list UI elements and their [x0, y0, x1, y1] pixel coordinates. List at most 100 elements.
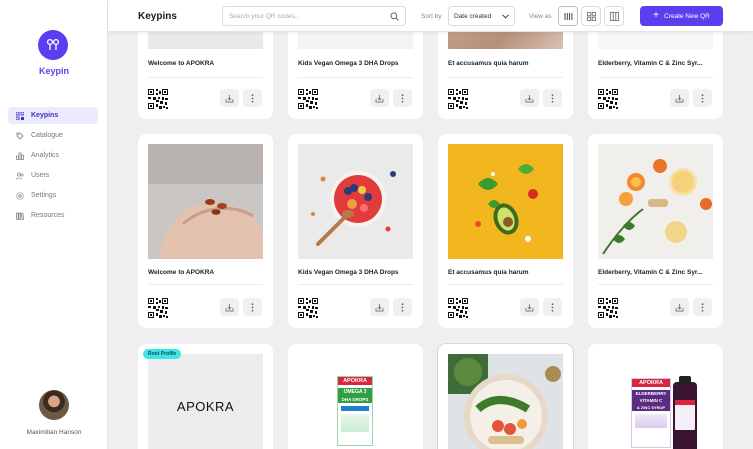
download-icon [375, 303, 384, 311]
card-title: Et accusamus quia harum [448, 60, 529, 67]
card-divider [448, 284, 563, 285]
card-title: Elderberry, Vitamin C & Zinc Syr... [598, 60, 703, 67]
product-brand: APOKRA [632, 379, 670, 387]
sidebar-item-label: Resources [31, 212, 65, 219]
download-icon [375, 94, 384, 102]
search-input[interactable]: Search your QR codes... [222, 6, 406, 26]
card-title: Kids Vegan Omega 3 DHA Drops [298, 269, 399, 276]
create-qr-button[interactable]: + Create New QR [640, 6, 723, 26]
sidebar-item-catalogue[interactable]: Catalogue [8, 127, 98, 144]
sort-select[interactable]: Date created [448, 6, 515, 26]
view-grid-button[interactable] [581, 6, 601, 26]
sidebar-nav: Keypins Catalogue Analytics Users Settin… [8, 107, 98, 227]
qr-code-icon[interactable] [598, 89, 618, 109]
keypin-card[interactable] [438, 344, 573, 449]
bar-chart-icon [16, 152, 24, 160]
tag-icon [16, 132, 24, 140]
product-bottle [673, 376, 697, 449]
sidebar-item-users[interactable]: Users [8, 167, 98, 184]
download-button[interactable] [370, 298, 389, 316]
top-bar: Keypins Search your QR codes... Sort by … [108, 0, 753, 32]
card-title: Elderberry, Vitamin C & Zinc Syr... [598, 269, 703, 276]
download-button[interactable] [220, 298, 239, 316]
download-button[interactable] [370, 89, 389, 107]
qr-code-icon[interactable] [448, 89, 468, 109]
sort-value: Date created [454, 13, 492, 20]
card-divider [148, 77, 263, 78]
view-label: View as [529, 13, 552, 20]
download-icon [675, 303, 684, 311]
view-list-button[interactable] [604, 6, 624, 26]
sidebar-item-label: Catalogue [31, 132, 63, 139]
card-divider [598, 284, 713, 285]
user-profile[interactable]: Maximilian Hanson [0, 390, 108, 436]
download-icon [675, 94, 684, 102]
grid-view-icon [586, 11, 596, 21]
qr-code-icon[interactable] [148, 89, 168, 109]
card-thumbnail: APOKRA OMEGA 3 DHA DROPS [298, 354, 413, 449]
qr-code-icon[interactable] [298, 298, 318, 318]
keypin-card[interactable]: Welcome to APOKRA [138, 134, 273, 328]
keypin-card[interactable]: Et accusamus quia harum [438, 134, 573, 328]
sidebar: Keypin Keypins Catalogue Analytics Users… [0, 0, 108, 449]
qr-code-icon[interactable] [448, 298, 468, 318]
sidebar-item-label: Settings [31, 192, 57, 199]
qr-grid-icon [16, 111, 24, 120]
download-button[interactable] [670, 89, 689, 107]
apokra-logo: APOKRA [176, 399, 235, 414]
more-options-button[interactable] [243, 298, 262, 316]
app-root: Keypin Keypins Catalogue Analytics Users… [0, 0, 753, 449]
card-thumbnail [148, 144, 263, 259]
sidebar-item-settings[interactable]: Settings [8, 187, 98, 204]
root-profile-badge: Root Profile [143, 349, 182, 359]
product-line-2: VITAMIN C [632, 397, 670, 404]
view-columns-button[interactable] [558, 6, 578, 26]
sidebar-item-resources[interactable]: Resources [8, 207, 98, 224]
sidebar-item-keypins[interactable]: Keypins [8, 107, 98, 124]
card-divider [298, 284, 413, 285]
card-divider [598, 77, 713, 78]
sidebar-item-label: Keypins [31, 112, 59, 119]
download-button[interactable] [520, 298, 539, 316]
download-icon [225, 94, 234, 102]
more-vertical-icon [701, 93, 704, 103]
users-icon [16, 172, 24, 180]
chevron-down-icon [502, 14, 509, 19]
product-line-3: & ZINC SYRUP [632, 404, 670, 411]
search-placeholder: Search your QR codes... [229, 13, 301, 20]
list-view-icon [609, 11, 619, 21]
more-options-button[interactable] [393, 298, 412, 316]
download-icon [225, 303, 234, 311]
download-icon [525, 94, 534, 102]
sidebar-item-label: Analytics [31, 152, 60, 159]
card-thumbnail: APOKRA ELDERBERRY VITAMIN C & ZINC SYRUP [598, 354, 713, 449]
product-line-1: OMEGA 3 [338, 388, 372, 396]
card-title: Et accusamus quia harum [448, 269, 529, 276]
more-options-button[interactable] [693, 89, 712, 107]
more-options-button[interactable] [543, 89, 562, 107]
keypin-card[interactable]: APOKRA ELDERBERRY VITAMIN C & ZINC SYRUP [588, 344, 723, 449]
keypin-card[interactable]: APOKRA Root Profile [138, 344, 273, 449]
download-button[interactable] [220, 89, 239, 107]
card-thumbnail [598, 144, 713, 259]
avatar[interactable] [39, 390, 69, 420]
product-box: APOKRA OMEGA 3 DHA DROPS [337, 376, 373, 446]
sidebar-item-analytics[interactable]: Analytics [8, 147, 98, 164]
keypin-card[interactable]: Elderberry, Vitamin C & Zinc Syr... [588, 134, 723, 328]
keypin-logo-icon[interactable] [38, 30, 68, 60]
card-title: Welcome to APOKRA [148, 60, 215, 67]
more-options-button[interactable] [393, 89, 412, 107]
more-options-button[interactable] [243, 89, 262, 107]
more-vertical-icon [401, 93, 404, 103]
download-icon [525, 303, 534, 311]
qr-code-icon[interactable] [298, 89, 318, 109]
download-button[interactable] [670, 298, 689, 316]
keypin-card[interactable]: Kids Vegan Omega 3 DHA Drops [288, 134, 423, 328]
more-options-button[interactable] [543, 298, 562, 316]
qr-code-icon[interactable] [598, 298, 618, 318]
qr-code-icon[interactable] [148, 298, 168, 318]
download-button[interactable] [520, 89, 539, 107]
more-options-button[interactable] [693, 298, 712, 316]
keypin-card[interactable]: APOKRA OMEGA 3 DHA DROPS [288, 344, 423, 449]
search-icon [390, 12, 399, 21]
